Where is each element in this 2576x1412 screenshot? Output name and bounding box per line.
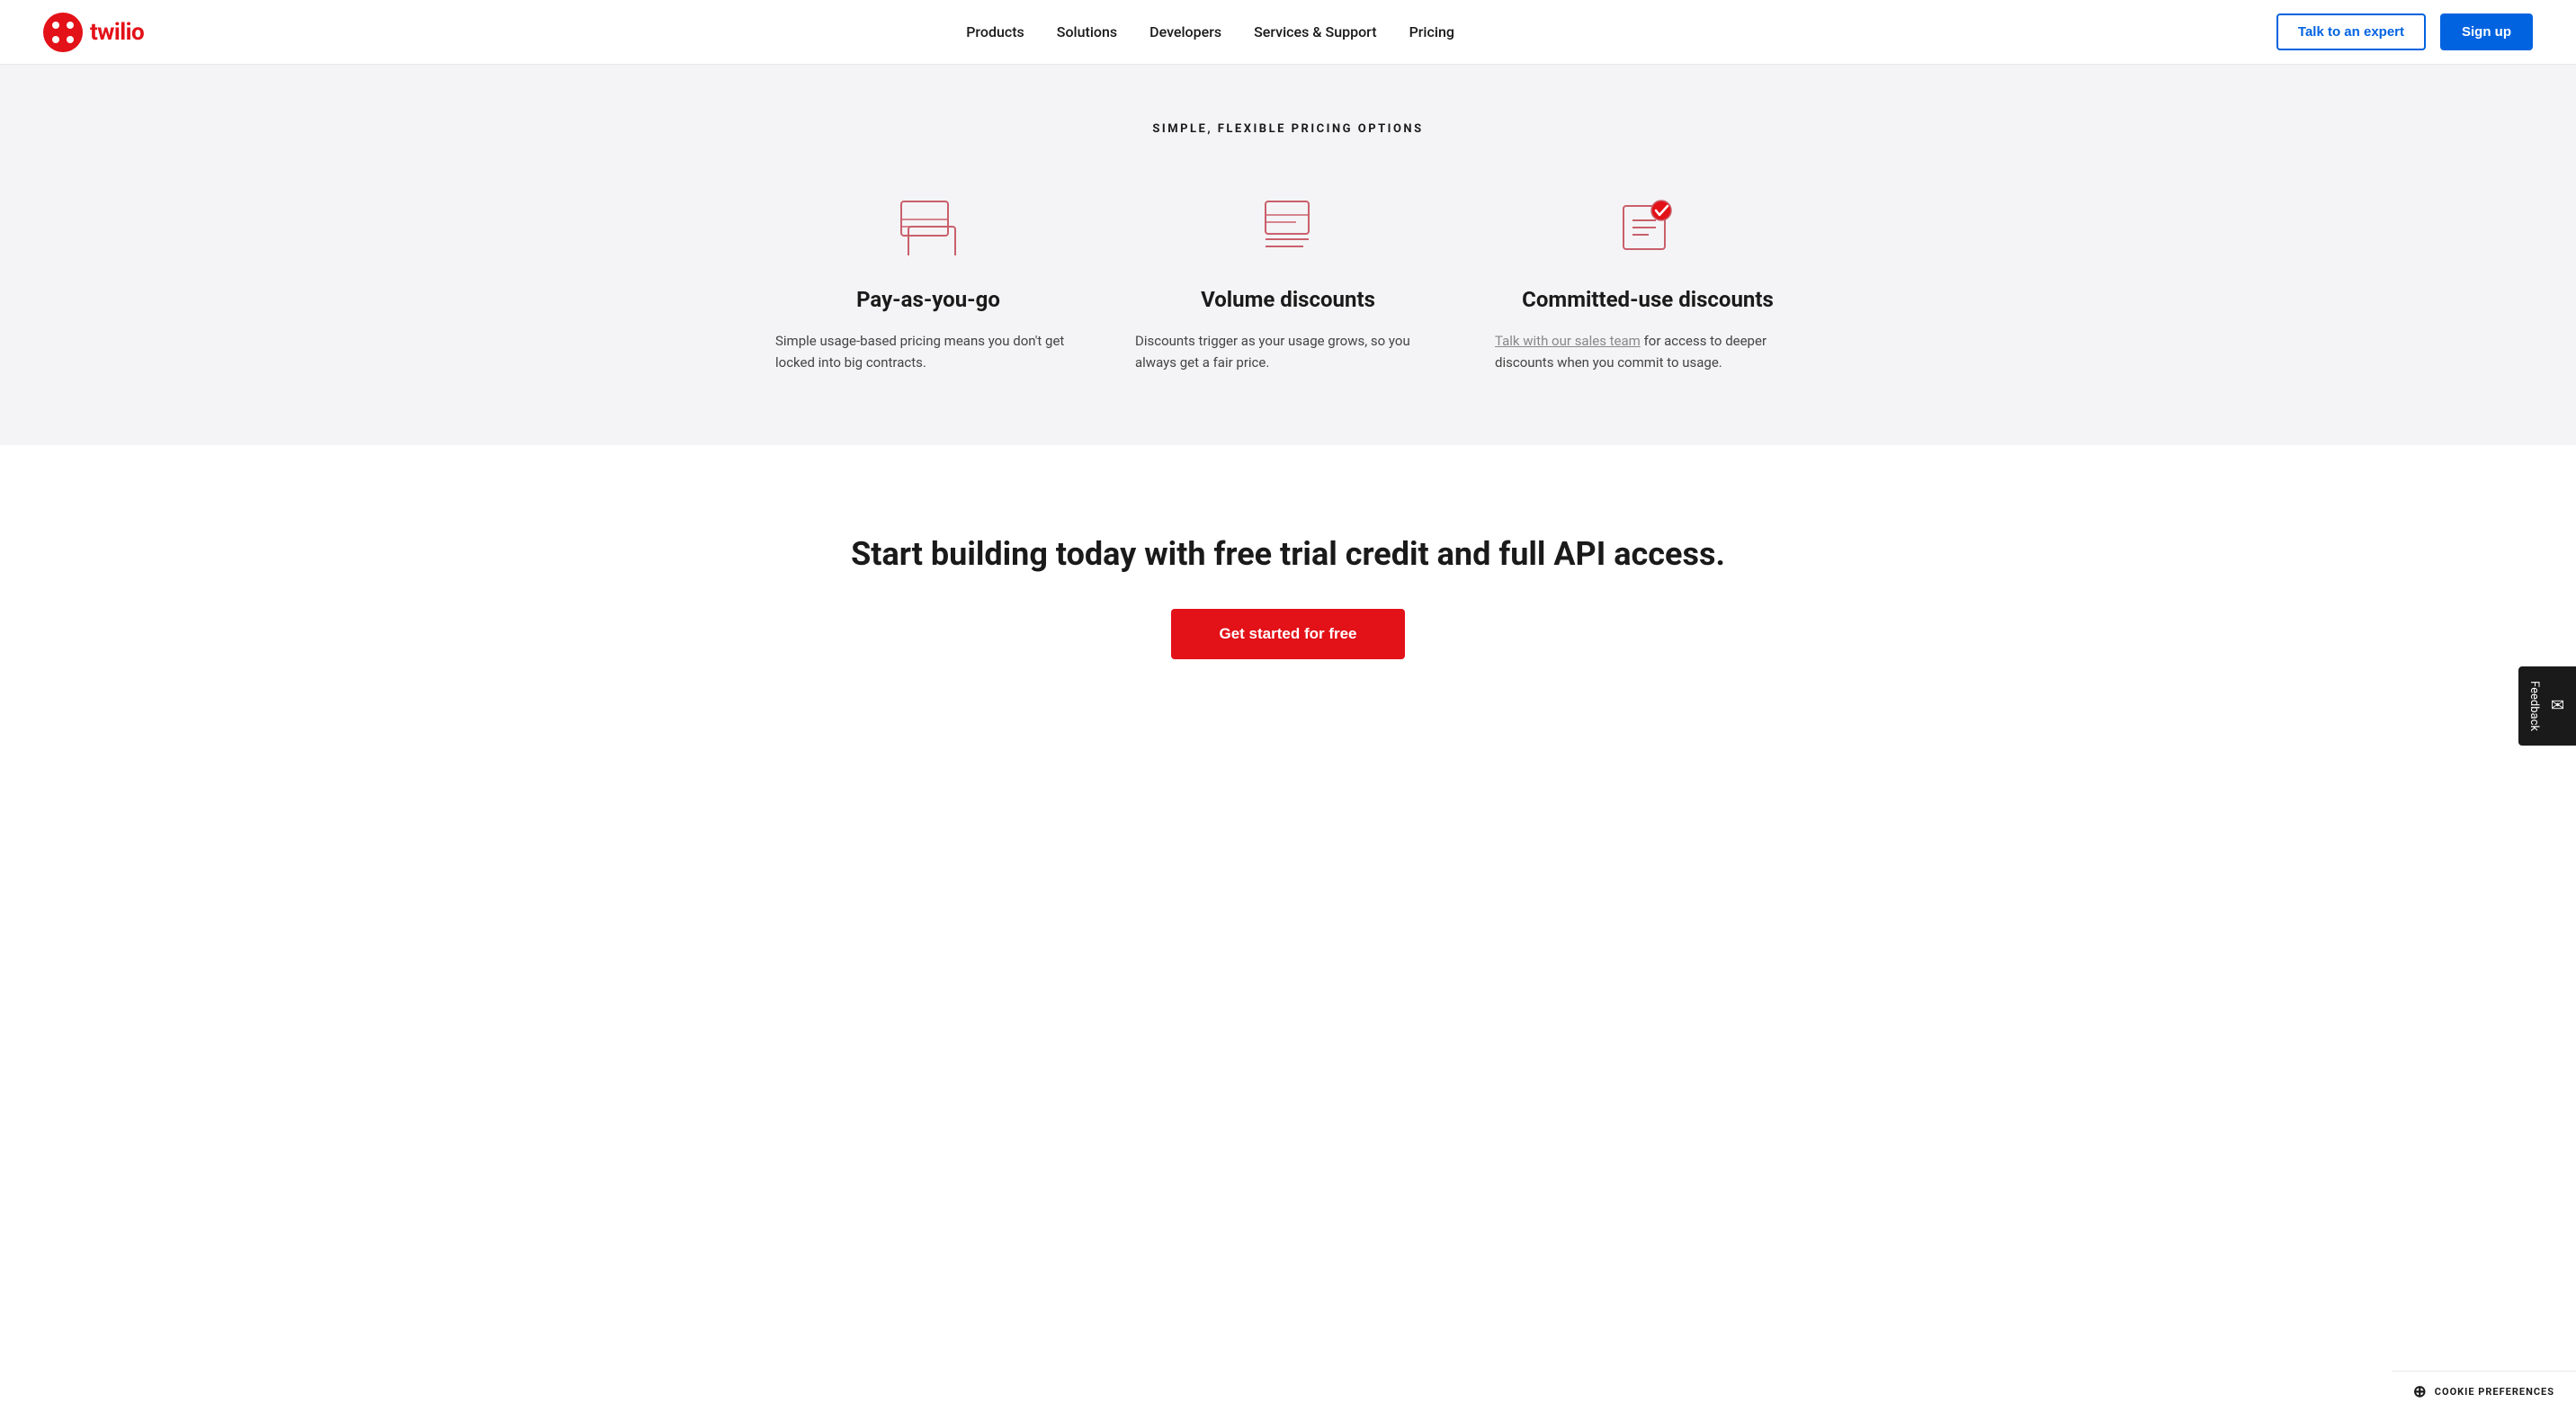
cta-title: Start building today with free trial cre… (43, 535, 2533, 573)
logo-link[interactable]: twilio (43, 13, 144, 52)
talk-sales-team-link[interactable]: Talk with our sales team (1495, 333, 1641, 349)
volume-desc: Discounts trigger as your usage grows, s… (1135, 330, 1441, 373)
committed-icon (1612, 190, 1684, 262)
cta-section: Start building today with free trial cre… (0, 445, 2576, 749)
pricing-card-payg: Pay-as-you-go Simple usage-based pricing… (775, 190, 1081, 373)
pricing-card-volume: Volume discounts Discounts trigger as yo… (1135, 190, 1441, 373)
payg-icon (892, 190, 964, 262)
logo-text: twilio (90, 19, 144, 46)
pricing-section: SIMPLE, FLEXIBLE PRICING OPTIONS Pay-as-… (0, 65, 2576, 445)
committed-title: Committed-use discounts (1495, 287, 1801, 312)
nav-links: Products Solutions Developers Services &… (966, 23, 1454, 40)
volume-icon (1252, 190, 1324, 262)
talk-to-expert-button[interactable]: Talk to an expert (2276, 13, 2426, 50)
nav-item-developers[interactable]: Developers (1149, 23, 1221, 40)
nav-item-solutions[interactable]: Solutions (1057, 23, 1117, 40)
cookie-preferences-bar[interactable]: ⊕ COOKIE PREFERENCES (2392, 1371, 2576, 1412)
feedback-label: Feedback (2527, 681, 2541, 731)
nav-item-products[interactable]: Products (966, 23, 1024, 40)
get-started-button[interactable]: Get started for free (1171, 609, 1405, 659)
nav-actions: Talk to an expert Sign up (2276, 13, 2533, 50)
feedback-icon: ✉ (2548, 697, 2567, 716)
navbar: twilio Products Solutions Developers Ser… (0, 0, 2576, 65)
volume-title: Volume discounts (1135, 287, 1441, 312)
twilio-logo-icon (43, 13, 83, 52)
pricing-card-committed: Committed-use discounts Talk with our sa… (1495, 190, 1801, 373)
committed-desc: Talk with our sales team for access to d… (1495, 330, 1801, 373)
pricing-cards: Pay-as-you-go Simple usage-based pricing… (748, 190, 1828, 373)
payg-desc: Simple usage-based pricing means you don… (775, 330, 1081, 373)
payg-title: Pay-as-you-go (775, 287, 1081, 312)
pricing-section-title: SIMPLE, FLEXIBLE PRICING OPTIONS (43, 122, 2533, 136)
nav-item-services-support[interactable]: Services & Support (1254, 23, 1376, 40)
cookie-label: COOKIE PREFERENCES (2435, 1386, 2554, 1398)
sign-up-button[interactable]: Sign up (2440, 13, 2533, 50)
cookie-icon: ⊕ (2413, 1382, 2428, 1401)
feedback-tab[interactable]: ✉ Feedback (2518, 666, 2576, 746)
nav-item-pricing[interactable]: Pricing (1409, 23, 1454, 40)
